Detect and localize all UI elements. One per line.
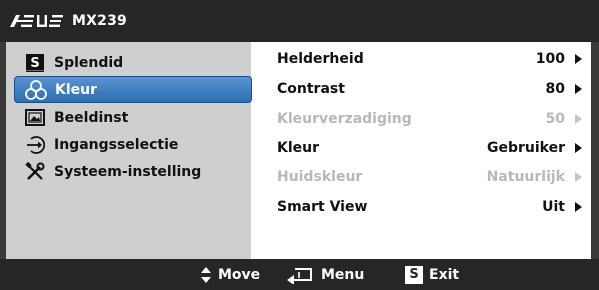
menu-item-kleur[interactable]: Kleur [14, 76, 252, 103]
setting-row-contrast[interactable]: Contrast 80 [277, 76, 582, 102]
input-select-icon [24, 134, 46, 156]
menu-item-label: Ingangsselectie [54, 136, 179, 153]
move-label: Move [218, 266, 261, 283]
splendid-s-icon: S [24, 52, 46, 74]
arrow-right-icon [575, 172, 582, 182]
setting-value: Natuurlijk [486, 169, 565, 185]
menu-item-label: Systeem-instelling [54, 163, 202, 180]
setting-label: Helderheid [277, 51, 364, 67]
setting-value: Uit [542, 199, 565, 215]
menu-hint[interactable]: Menu [285, 259, 364, 290]
arrow-right-icon [575, 54, 582, 64]
tools-icon [24, 161, 46, 183]
exit-label: Exit [429, 266, 460, 283]
settings-panel: Helderheid 100 Contrast 80 Kleurverzadig… [253, 42, 591, 259]
exit-hint[interactable]: S Exit [405, 259, 459, 290]
image-setup-icon [24, 107, 46, 129]
osd-body: S Splendid Kleur Beeldinst Ingangsselect… [0, 42, 599, 259]
setting-value: 100 [535, 51, 565, 67]
asus-logo [10, 15, 63, 27]
menu-item-splendid[interactable]: S Splendid [12, 49, 251, 76]
main-menu: S Splendid Kleur Beeldinst Ingangsselect… [6, 42, 253, 259]
menu-item-ingangsselectie[interactable]: Ingangsselectie [12, 131, 251, 158]
setting-row-helderheid[interactable]: Helderheid 100 [277, 46, 582, 72]
exit-key-icon: S [405, 265, 423, 284]
setting-row-kleur[interactable]: Kleur Gebruiker [277, 135, 582, 161]
setting-label: Huidskleur [277, 169, 363, 185]
arrow-right-icon [575, 202, 582, 212]
setting-row-huidskleur: Huidskleur Natuurlijk [277, 164, 582, 190]
menu-item-beeldinst[interactable]: Beeldinst [12, 104, 251, 131]
model-name: MX239 [72, 13, 127, 29]
brand: MX239 [6, 11, 127, 31]
svg-text:S: S [30, 56, 39, 71]
enter-icon [287, 267, 312, 284]
osd-header: MX239 [0, 0, 599, 42]
setting-label: Kleur [277, 140, 320, 156]
setting-row-kleurverzadiging: Kleurverzadiging 50 [277, 106, 582, 132]
setting-label: Kleurverzadiging [277, 111, 412, 127]
menu-item-label: Kleur [55, 81, 98, 98]
up-down-arrows-icon [201, 266, 211, 283]
setting-value: 80 [545, 81, 565, 97]
arrow-right-icon [575, 143, 582, 153]
arrow-right-icon [575, 84, 582, 94]
move-hint[interactable]: Move [200, 259, 260, 290]
color-circles-icon [25, 79, 47, 101]
arrow-right-icon [575, 114, 582, 124]
menu-item-label: Splendid [54, 54, 124, 71]
osd-footer: Move Menu S Exit [0, 259, 599, 290]
menu-label: Menu [321, 266, 365, 283]
setting-value: Gebruiker [486, 140, 565, 156]
setting-label: Smart View [277, 199, 368, 215]
setting-value: 50 [545, 111, 565, 127]
setting-label: Contrast [277, 81, 345, 97]
setting-row-smart-view[interactable]: Smart View Uit [277, 194, 582, 220]
menu-item-label: Beeldinst [54, 109, 129, 126]
osd-window: MX239 S Splendid Kleur Beeldinst Ingangs… [0, 0, 599, 290]
exit-key-label: S [409, 267, 419, 282]
menu-item-systeem-instelling[interactable]: Systeem-instelling [12, 158, 251, 185]
